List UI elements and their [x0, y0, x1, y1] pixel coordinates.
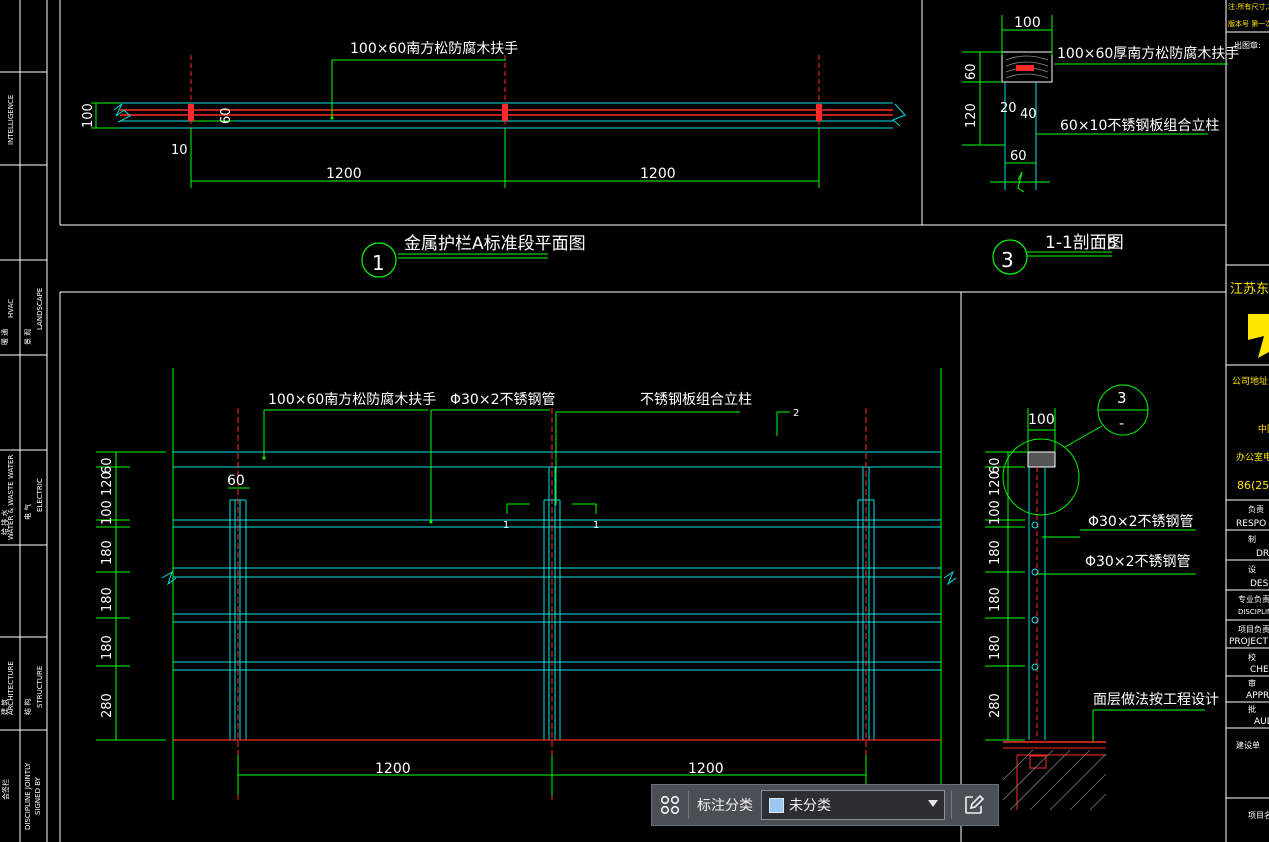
tb-appr-cn: 审 — [1248, 678, 1256, 688]
strip-joint-cn: 会签栏 — [1, 779, 10, 800]
side-callout-sub: - — [1119, 416, 1124, 432]
side-vdim-120: 120 — [988, 471, 1003, 496]
side-vdim-180a: 180 — [988, 540, 1003, 565]
plan-span-1: 1200 — [326, 166, 362, 182]
cad-drawing-canvas[interactable]: INTELLIGENCE HVAC 暖 通 LANDSCAPE 景 观 WATE… — [0, 0, 1269, 842]
side-vdim-180b: 180 — [988, 587, 1003, 612]
tb-top-note-2: 版本号 第一次出图 — [1228, 19, 1269, 28]
side-floor-label: 面层做法按工程设计 — [1093, 692, 1219, 708]
s11-dim-20: 20 — [1000, 101, 1017, 116]
grid-icon[interactable] — [652, 785, 688, 825]
tb-draw-cn: 制 — [1248, 534, 1256, 544]
strip-architecture-cn: 建 筑 — [0, 699, 9, 715]
tb-aud: AUD — [1254, 717, 1269, 727]
tb-proj-cn: 项目负责 — [1238, 624, 1269, 634]
tb-aud-cn: 批 — [1248, 704, 1256, 714]
elev-vdim-280: 280 — [100, 693, 115, 718]
tb-client: 建设单 — [1236, 740, 1260, 750]
strip-intelligence: INTELLIGENCE — [7, 95, 15, 145]
category-color-swatch — [769, 797, 784, 813]
elev-vdim-100: 100 — [100, 500, 115, 525]
annotation-category-select[interactable]: 未分类 — [761, 790, 945, 820]
strip-hvac-cn: 暖 通 — [0, 329, 9, 345]
elev-cut-1b: 1 — [593, 520, 599, 531]
elev-cut-1a: 1 — [503, 520, 509, 531]
s11-dim-120: 120 — [964, 103, 979, 128]
elev-vdim-180b: 180 — [100, 587, 115, 612]
elev-vdim-120: 120 — [100, 471, 115, 496]
strip-hvac: HVAC — [7, 299, 15, 318]
strip-structure-cn: 结 构 — [23, 699, 32, 715]
strip-electric-cn: 电 气 — [23, 504, 32, 520]
elev-handrail-label: 100×60南方松防腐木扶手 — [268, 391, 436, 408]
plan-dim-10: 10 — [171, 143, 188, 158]
tb-disc: DISCIPLIN — [1238, 608, 1269, 616]
strip-landscape: LANDSCAPE — [36, 288, 44, 330]
s11-number: 3 — [1001, 248, 1014, 272]
side-dim-100: 100 — [1028, 412, 1055, 428]
chevron-down-icon — [928, 800, 938, 807]
side-callout-num: 3 — [1117, 389, 1127, 407]
s11-handrail-label: 100×60厚南方松防腐木扶手 — [1057, 45, 1239, 62]
side-pipe-label-1: Φ30×2不锈钢管 — [1088, 514, 1193, 530]
s11-dim-60: 60 — [964, 63, 979, 80]
tb-check-cn: 校 — [1248, 652, 1256, 662]
s11-dim-40: 40 — [1020, 107, 1037, 122]
elev-span-2: 1200 — [688, 761, 724, 777]
plan-dim-60: 60 — [219, 107, 234, 124]
tb-phone: 86(25 — [1237, 479, 1269, 492]
plan-number: 1 — [372, 251, 385, 275]
strip-structure: STRUCTURE — [36, 666, 44, 708]
side-vdim-100: 100 — [988, 500, 1003, 525]
strip-electric: ELECTRIC — [36, 478, 44, 512]
tb-project-name: 项目名 — [1248, 810, 1269, 820]
annotation-category-label: 标注分类 — [697, 798, 753, 814]
elev-pipe-label: Φ30×2不锈钢管 — [450, 392, 555, 408]
side-vdim-280: 280 — [988, 693, 1003, 718]
tb-check: CHE — [1250, 665, 1269, 675]
strip-water-cn: 给 排 水 — [0, 510, 9, 535]
s11-scale: 5 — [1108, 236, 1117, 252]
strip-discipline: DISCIPLINE JOINTLY — [24, 762, 32, 830]
side-pipe-label-2: Φ30×2不锈钢管 — [1085, 554, 1190, 570]
s11-post-label: 60×10不锈钢板组合立柱 — [1060, 118, 1219, 134]
s11-dim-60b: 60 — [1010, 149, 1027, 164]
elev-vdim-180a: 180 — [100, 540, 115, 565]
tb-design: DES — [1250, 579, 1269, 589]
plan-handrail-label: 100×60南方松防腐木扶手 — [350, 40, 518, 57]
strip-signed-by: SIGNED BY — [34, 776, 42, 815]
plan-dim-100: 100 — [81, 103, 96, 128]
elev-span-1: 1200 — [375, 761, 411, 777]
s11-dim-100: 100 — [1014, 15, 1041, 31]
tb-design-cn: 设 — [1248, 564, 1256, 574]
elev-post-label: 不锈钢板组合立柱 — [640, 392, 752, 408]
tb-china: 中国 — [1258, 423, 1269, 435]
plan-title: 金属护栏A标准段平面图 — [404, 234, 586, 254]
edit-icon[interactable] — [952, 785, 996, 825]
tb-company: 江苏东 — [1230, 281, 1269, 297]
tb-resp-cn: 负责 — [1248, 504, 1264, 514]
tb-resp: RESPO — [1236, 519, 1266, 529]
tb-drawing-stamp: 出图章: — [1234, 40, 1261, 50]
category-selected-value: 未分类 — [789, 798, 831, 814]
tb-phone-label: 办公室电话 — [1236, 451, 1269, 463]
side-vdim-180c: 180 — [988, 635, 1003, 660]
tb-appr: APPR — [1246, 691, 1269, 701]
tb-top-note-1: 注:所有尺寸,本图纸 — [1228, 2, 1269, 11]
plan-span-2: 1200 — [640, 166, 676, 182]
tb-proj: PROJECT — [1229, 637, 1268, 647]
tb-disc-cn: 专业负责 — [1238, 594, 1269, 604]
annotation-toolbar: 标注分类 未分类 — [651, 784, 999, 826]
elev-mark-2: 2 — [793, 408, 799, 419]
tb-draw: DR — [1256, 549, 1269, 559]
tb-address: 公司地址 — [1232, 375, 1268, 387]
elev-dim-60: 60 — [227, 473, 245, 489]
strip-landscape-cn: 景 观 — [24, 329, 32, 345]
elev-vdim-180c: 180 — [100, 635, 115, 660]
